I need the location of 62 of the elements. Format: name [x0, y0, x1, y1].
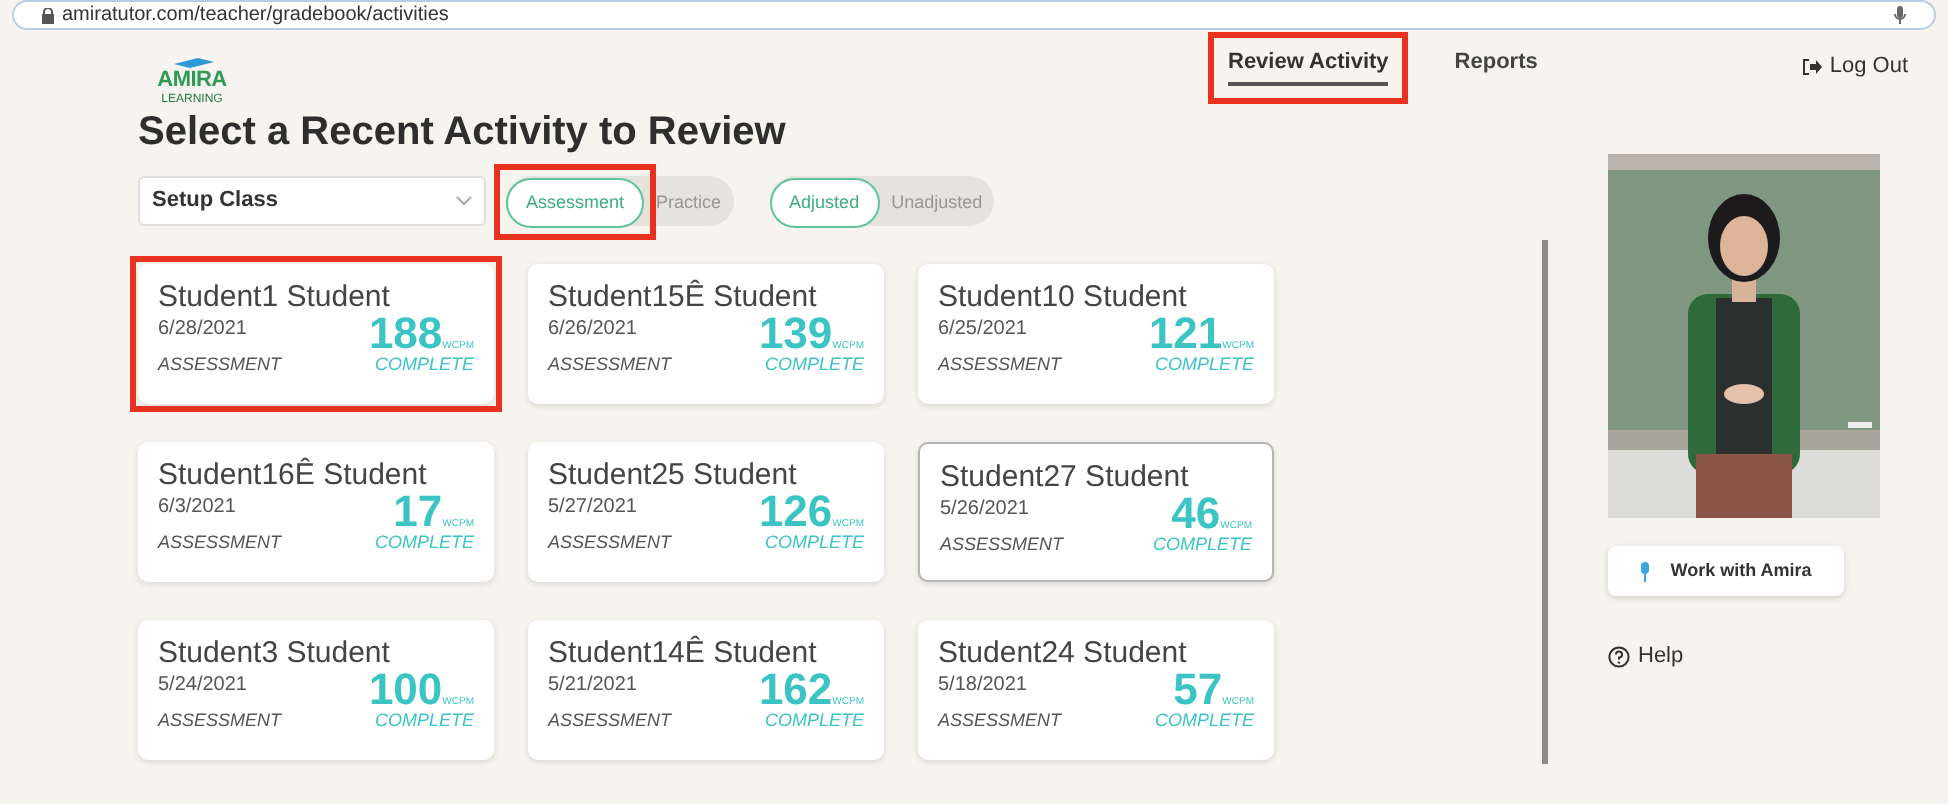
chevron-down-icon — [456, 196, 472, 206]
status-text: COMPLETE — [764, 356, 864, 374]
status-text: COMPLETE — [374, 712, 474, 730]
nav-tab[interactable]: Review Activity — [1228, 49, 1389, 85]
address-bar[interactable]: amiratutor.com/teacher/gradebook/activities — [12, 0, 1936, 30]
activity-type: ASSESSMENT — [158, 712, 282, 730]
lock-icon — [42, 7, 54, 23]
log-out-button[interactable]: Log Out — [1801, 50, 1908, 84]
student-name: Student27 Student — [940, 462, 1191, 492]
activity-date: 5/26/2021 — [940, 500, 1031, 520]
activity-date: 5/18/2021 — [938, 676, 1029, 696]
wcpm-score: 139 — [758, 312, 833, 356]
activity-type: ASSESSMENT — [158, 534, 282, 552]
activity-type: ASSESSMENT — [158, 356, 282, 374]
status-text: COMPLETE — [374, 534, 474, 552]
activity-date: 6/25/2021 — [938, 320, 1029, 340]
help-link[interactable]: Help — [1608, 640, 1684, 673]
activity-date: 6/28/2021 — [158, 320, 249, 340]
status-text: COMPLETE — [764, 534, 864, 552]
wcpm-score: 162 — [758, 668, 833, 712]
status-text: COMPLETE — [1154, 356, 1254, 374]
wcpm-score: 57 — [1173, 668, 1223, 712]
activity-type: ASSESSMENT — [548, 356, 672, 374]
nav-tab[interactable]: Reports — [1454, 49, 1538, 85]
wcpm-score: 126 — [758, 490, 833, 534]
microphone-icon[interactable] — [1894, 6, 1906, 24]
status-text: COMPLETE — [374, 356, 474, 374]
wcpm-score: 121 — [1148, 312, 1223, 356]
activity-date: 6/26/2021 — [548, 320, 639, 340]
student-name: Student10 Student — [938, 282, 1189, 312]
student-name: Student16Ê Student — [158, 460, 429, 490]
activity-date: 5/24/2021 — [158, 676, 249, 696]
url-text: amiratutor.com/teacher/gradebook/activities — [62, 5, 449, 25]
status-text: COMPLETE — [1152, 536, 1252, 554]
activity-type: ASSESSMENT — [548, 712, 672, 730]
student-name: Student1 Student — [158, 282, 392, 312]
student-name: Student3 Student — [158, 638, 392, 668]
status-text: COMPLETE — [1154, 712, 1254, 730]
microphone-icon — [1640, 561, 1651, 581]
activity-type: ASSESSMENT — [938, 356, 1062, 374]
activity-date: 6/3/2021 — [158, 498, 238, 518]
wcpm-score: 100 — [368, 668, 443, 712]
status-text: COMPLETE — [764, 712, 864, 730]
scrollbar[interactable] — [1541, 240, 1547, 764]
activity-date: 5/27/2021 — [548, 498, 639, 518]
activity-type: ASSESSMENT — [938, 712, 1062, 730]
help-icon — [1608, 645, 1630, 668]
activity-type: ASSESSMENT — [548, 534, 672, 552]
wcpm-score: 188 — [368, 312, 443, 356]
class-dropdown[interactable]: Setup Class — [138, 176, 486, 226]
wcpm-score: 17 — [393, 490, 443, 534]
activity-date: 5/21/2021 — [548, 676, 639, 696]
student-name: Student14Ê Student — [548, 638, 819, 668]
wcpm-score: 46 — [1171, 492, 1221, 536]
graduation-cap-icon — [170, 58, 214, 70]
activity-type: ASSESSMENT — [940, 536, 1064, 554]
logout-icon — [1801, 58, 1822, 76]
student-name: Student15Ê Student — [548, 282, 819, 312]
student-name: Student25 Student — [548, 460, 799, 490]
work-with-amira-button[interactable]: Work with Amira — [1608, 546, 1844, 596]
student-name: Student24 Student — [938, 638, 1189, 668]
page-title: Select a Recent Activity to Review — [138, 112, 788, 152]
